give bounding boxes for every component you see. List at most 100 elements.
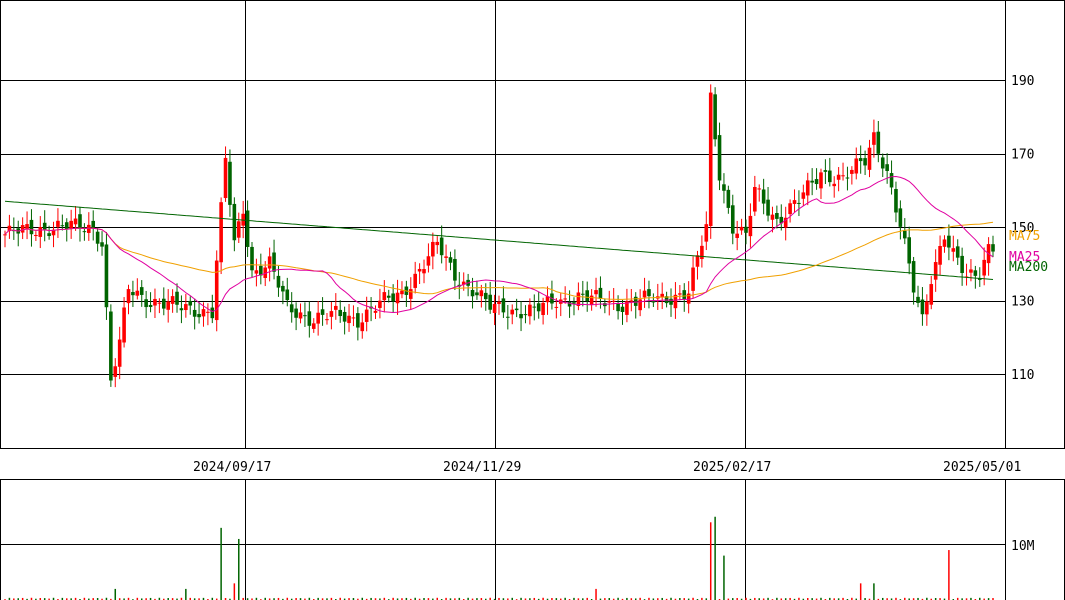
- candle-body: [682, 290, 687, 300]
- legend-ma75: MA75: [1009, 229, 1040, 244]
- candle-body: [356, 313, 360, 328]
- candle-body: [479, 290, 484, 297]
- candle-body: [475, 292, 479, 296]
- candle-body: [47, 233, 51, 237]
- candle-body: [894, 188, 898, 213]
- candle-body: [206, 311, 210, 313]
- candle-body: [219, 202, 223, 263]
- candle-body: [792, 200, 797, 204]
- candle-body: [607, 300, 612, 303]
- candle-body: [528, 304, 532, 317]
- candle-body: [501, 298, 506, 313]
- date-tick-label: 2024/09/17: [193, 460, 271, 475]
- date-tick-label: 2024/11/29: [443, 460, 521, 475]
- candle-body: [863, 158, 867, 166]
- candle-body: [303, 315, 307, 317]
- candle-body: [942, 239, 947, 247]
- candle-body: [232, 203, 237, 241]
- candle-body: [307, 311, 312, 326]
- candle-body: [801, 192, 806, 199]
- candle-body: [311, 323, 316, 329]
- candle-body: [775, 213, 779, 219]
- candle-body: [470, 289, 475, 297]
- candle-body: [179, 308, 184, 311]
- price-tick-label: 170: [1011, 148, 1034, 163]
- candle-body: [585, 290, 590, 302]
- candle-body: [342, 311, 347, 322]
- candle-body: [832, 183, 837, 187]
- candle-body: [726, 189, 731, 208]
- candle-body: [620, 306, 625, 312]
- candle-body: [492, 303, 497, 313]
- candle-body: [210, 307, 215, 319]
- candle-body: [131, 292, 135, 296]
- candle-body: [938, 245, 942, 265]
- candle-body: [951, 248, 956, 252]
- candle-body: [638, 299, 642, 311]
- candle-body: [223, 157, 228, 199]
- candle-body: [907, 237, 911, 264]
- candle-body: [166, 301, 170, 310]
- candle-body: [642, 290, 647, 298]
- candle-body: [267, 256, 272, 269]
- candle-body: [316, 312, 320, 324]
- candle-body: [391, 293, 395, 302]
- candle-body: [135, 290, 140, 296]
- candle-body: [581, 293, 585, 295]
- candle-body: [947, 235, 951, 248]
- candle-body: [236, 221, 241, 238]
- date-tick-label: 2025/02/17: [693, 460, 771, 475]
- candle-body: [334, 305, 338, 310]
- candle-body: [448, 257, 453, 263]
- candles: [3, 84, 995, 388]
- candle-body: [56, 220, 60, 227]
- candle-body: [700, 245, 704, 260]
- candle-body: [770, 214, 775, 220]
- volume-bars: [4, 516, 994, 600]
- candle-body: [514, 308, 519, 311]
- stock-chart: 110 130 150 170 190 2024/09/17 2024/11/29 2025/…: [0, 0, 1065, 600]
- candle-body: [60, 225, 65, 227]
- candle-body: [889, 173, 894, 188]
- candle-body: [925, 301, 929, 315]
- candle-body: [78, 214, 82, 229]
- candle-body: [616, 303, 620, 312]
- volume-tick-label: 10M: [1011, 539, 1035, 554]
- candle-body: [431, 241, 435, 257]
- candle-body: [117, 339, 122, 367]
- candle-body: [898, 208, 903, 227]
- candle-body: [920, 299, 925, 315]
- candle-body: [647, 289, 651, 297]
- candle-body: [104, 244, 109, 308]
- price-volume-chart: 1101301501701902024/09/17 2024/11/29 2025/…: [0, 0, 1065, 600]
- candle-body: [439, 237, 444, 256]
- candle-body: [364, 309, 369, 322]
- candle-body: [417, 268, 422, 272]
- candle-body: [197, 313, 201, 318]
- candle-body: [100, 242, 104, 247]
- candle-body: [916, 296, 920, 303]
- candle-body: [841, 175, 845, 177]
- candle-body: [955, 246, 960, 258]
- candle-body: [276, 275, 281, 288]
- candle-body: [413, 273, 417, 288]
- candle-body: [858, 158, 863, 162]
- candle-body: [523, 314, 528, 316]
- candle-body: [880, 157, 885, 169]
- price-tick-label: 110: [1011, 368, 1034, 383]
- candle-body: [867, 147, 872, 170]
- candle-body: [704, 224, 709, 242]
- candle-body: [184, 304, 188, 311]
- candle-body: [360, 322, 365, 332]
- candle-body: [109, 311, 113, 381]
- candle-body: [823, 170, 828, 172]
- candle-body: [188, 300, 193, 306]
- candle-body: [25, 224, 29, 229]
- candle-body: [161, 298, 166, 309]
- moving-averages: [4, 175, 994, 314]
- candle-body: [828, 170, 832, 183]
- candle-body: [788, 203, 792, 215]
- candle-body: [113, 366, 118, 377]
- candle-body: [973, 270, 978, 276]
- candle-body: [722, 184, 726, 191]
